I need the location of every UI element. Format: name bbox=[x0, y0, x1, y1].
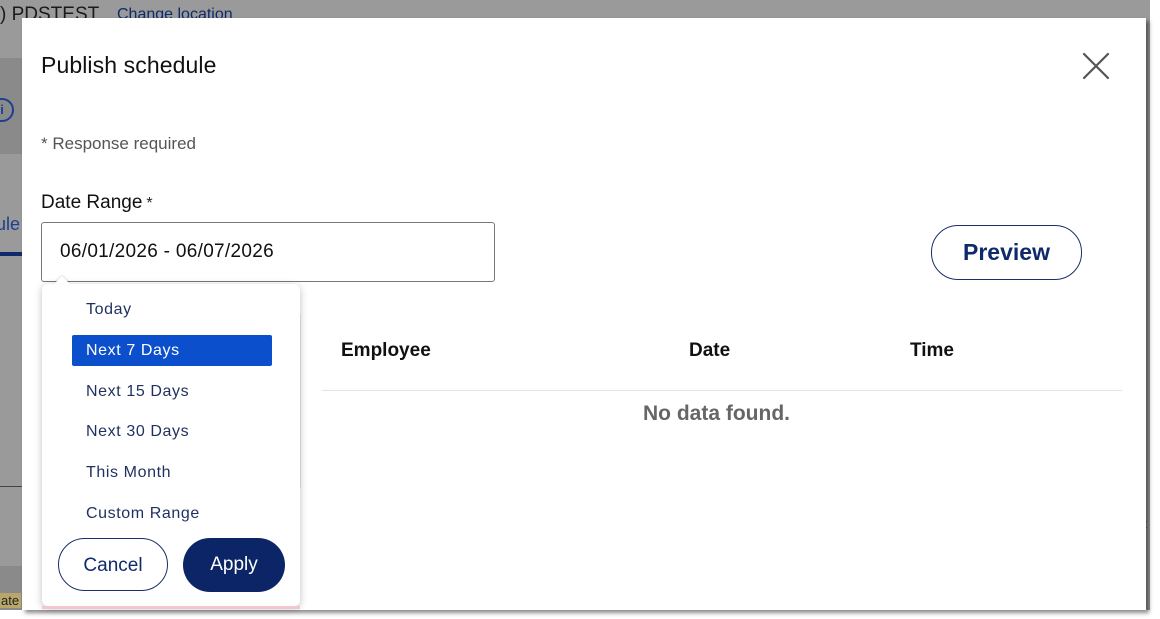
close-icon bbox=[1082, 52, 1110, 80]
date-range-label-text: Date Range bbox=[41, 192, 143, 213]
required-marker: * bbox=[146, 195, 153, 212]
dialog-title: Publish schedule bbox=[41, 52, 217, 78]
column-employee[interactable]: Employee bbox=[341, 340, 431, 362]
range-option-next-15-days[interactable]: Next 15 Days bbox=[72, 376, 272, 407]
dropdown-bottom-accent bbox=[42, 606, 300, 609]
range-option-this-month[interactable]: This Month bbox=[72, 457, 272, 488]
preview-button[interactable]: Preview bbox=[931, 225, 1082, 280]
table-header: Employee Date Time bbox=[322, 318, 1122, 391]
background-divider bbox=[0, 486, 24, 487]
apply-button[interactable]: Apply bbox=[183, 538, 285, 592]
date-range-label: Date Range * bbox=[41, 192, 153, 214]
column-time[interactable]: Time bbox=[910, 340, 954, 362]
publish-schedule-dialog: Publish schedule * Response required Dat… bbox=[22, 18, 1146, 610]
range-option-next-30-days[interactable]: Next 30 Days bbox=[72, 416, 272, 447]
required-note: * Response required bbox=[41, 134, 196, 153]
date-range-dropdown: Today Next 7 Days Next 15 Days Next 30 D… bbox=[42, 276, 301, 606]
close-button[interactable] bbox=[1078, 48, 1114, 84]
cancel-button[interactable]: Cancel bbox=[58, 538, 168, 591]
background-tab-label: ule bbox=[0, 214, 21, 234]
range-option-today[interactable]: Today bbox=[72, 294, 272, 325]
column-date[interactable]: Date bbox=[689, 340, 730, 362]
background-tab-underline bbox=[0, 252, 22, 256]
background-footer-text: ate bbox=[0, 593, 22, 608]
range-option-custom-range[interactable]: Custom Range bbox=[72, 498, 272, 529]
range-option-next-7-days[interactable]: Next 7 Days bbox=[72, 335, 272, 366]
dropdown-divider bbox=[300, 314, 301, 488]
date-range-input[interactable]: 06/01/2026 - 06/07/2026 bbox=[41, 222, 495, 282]
dropdown-pointer bbox=[54, 276, 70, 284]
empty-table-message: No data found. bbox=[643, 402, 790, 425]
